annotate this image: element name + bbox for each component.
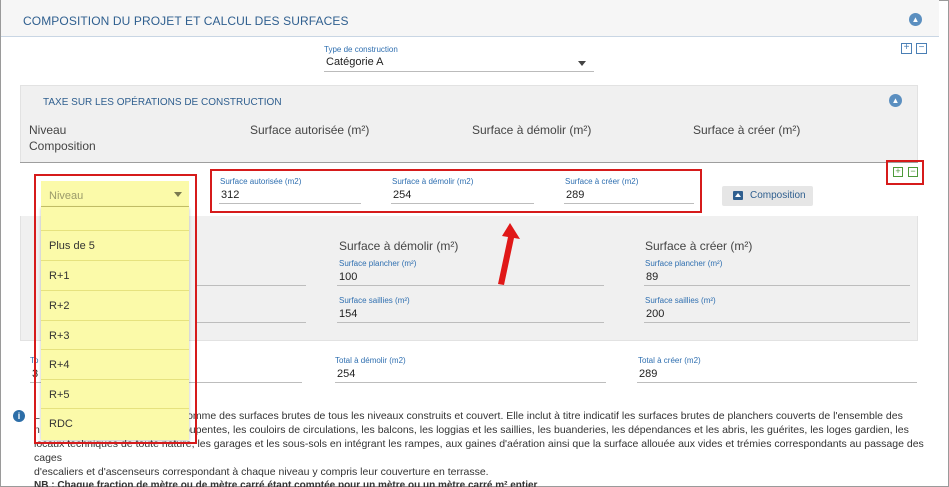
demolir-plancher-label: Surface plancher (m²) [339,259,417,268]
total-creer-input[interactable]: 289 [637,367,917,383]
collapse-tax-icon[interactable]: ▲ [889,94,902,107]
tax-panel-title: TAXE SUR LES OPÉRATIONS DE CONSTRUCTION [43,97,282,108]
column-header-composition: Composition [29,139,96,153]
column-header-autorisee: Surface autorisée (m²) [250,123,370,137]
info-icon: i [13,410,25,422]
section-title: COMPOSITION DU PROJET ET CALCUL DES SURF… [23,14,349,28]
construction-type-select[interactable]: Catégorie A [324,56,594,72]
creer-detail-heading: Surface à créer (m²) [645,239,753,253]
annotation-arrow-icon [498,223,520,285]
section-header[interactable]: COMPOSITION DU PROJET ET CALCUL DES SURF… [1,0,939,37]
creer-saillies-input[interactable]: 200 [644,307,910,323]
annotation-box-dropdown [34,174,197,444]
autorisee-plancher-input[interactable] [196,270,306,286]
collapse-all-icon[interactable]: − [916,43,927,54]
info-line-4: d'escaliers et d'ascenseurs correspondan… [34,466,489,478]
composition-button[interactable]: Composition [722,186,813,206]
demolir-plancher-input[interactable]: 100 [337,270,604,286]
demolir-saillies-input[interactable]: 154 [337,307,604,323]
total-demolir-label: Total à démolir (m2) [335,356,406,365]
creer-plancher-input[interactable]: 89 [644,270,910,286]
construction-type-value: Catégorie A [326,56,384,68]
annotation-box-row-actions [886,160,924,185]
column-header-demolir: Surface à démolir (m²) [472,123,592,137]
creer-plancher-label: Surface plancher (m²) [645,259,723,268]
chevron-down-icon [578,61,586,66]
demolir-detail-heading: Surface à démolir (m²) [339,239,459,253]
column-header-creer: Surface à créer (m²) [693,123,801,137]
autorisee-saillies-input[interactable] [196,307,306,323]
total-creer-label: Total à créer (m2) [638,356,701,365]
annotation-box-fields [210,169,702,213]
column-header-niveau: Niveau [29,123,67,137]
creer-saillies-label: Surface saillies (m²) [645,296,716,305]
construction-type-label: Type de construction [324,45,398,54]
total-demolir-input[interactable]: 254 [335,367,606,383]
collapse-section-icon[interactable]: ▲ [909,13,922,26]
info-nb: NB : Chaque fraction de mètre ou de mètr… [34,480,538,487]
expand-all-icon[interactable]: + [901,43,912,54]
demolir-saillies-label: Surface saillies (m²) [339,296,410,305]
expand-up-icon [733,191,743,200]
composition-button-label: Composition [750,190,806,201]
